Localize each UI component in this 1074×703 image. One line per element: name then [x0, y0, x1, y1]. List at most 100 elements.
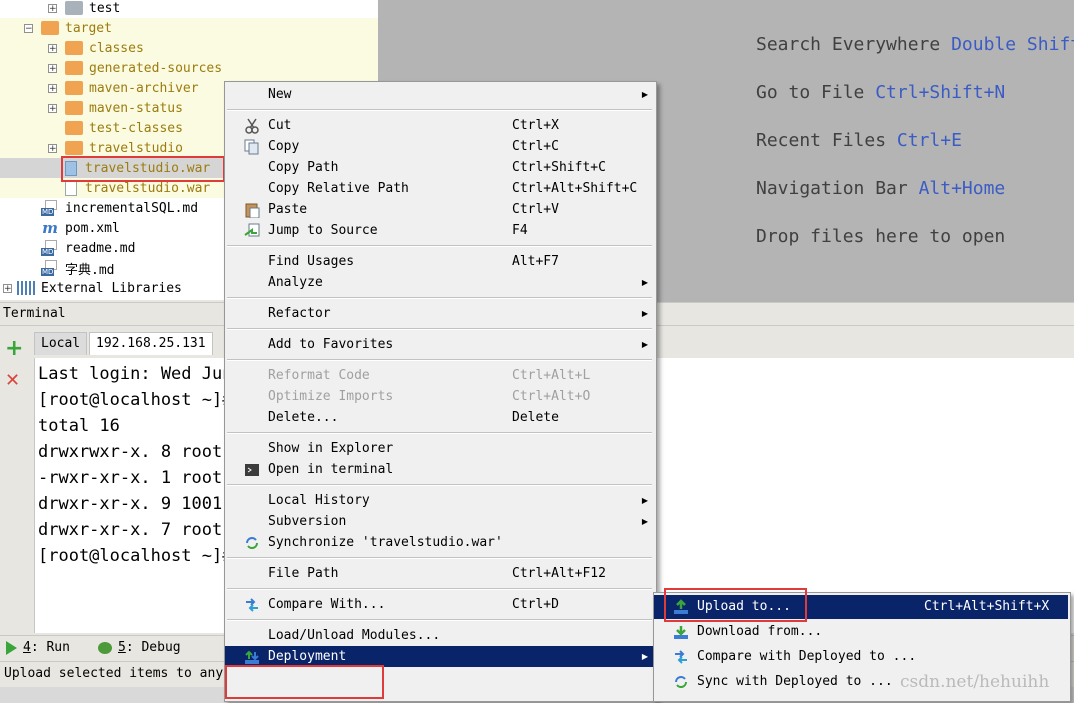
- terminal-line: [root@localhost ~]#: [38, 390, 233, 410]
- menu-item[interactable]: New ▶: [225, 84, 654, 105]
- jump-icon: [244, 223, 260, 239]
- menu-item-label: Open in terminal: [268, 462, 394, 477]
- menu-item[interactable]: Copy Path Ctrl+Shift+C: [225, 157, 654, 178]
- menu-item-label: Add to Favorites: [268, 337, 394, 352]
- tab-remote-session[interactable]: 192.168.25.131: [89, 332, 213, 355]
- run-number: 4: [23, 640, 31, 655]
- menu-separator: [227, 557, 652, 559]
- terminal-line: drwxr-xr-x. 9 1001: [38, 494, 223, 514]
- menu-item-shortcut: Ctrl+Alt+F12: [512, 566, 606, 581]
- watermark: csdn.net/hehuihh: [900, 672, 1050, 692]
- highlight-upload: [664, 588, 807, 622]
- submenu-item-shortcut: Ctrl+Alt+Shift+X: [924, 599, 1050, 614]
- terminal-line: drwxr-xr-x. 7 root: [38, 520, 223, 540]
- menu-separator: [227, 109, 652, 111]
- menu-item[interactable]: Deployment ▶: [225, 646, 654, 667]
- menu-item[interactable]: Optimize Imports Ctrl+Alt+O: [225, 386, 654, 407]
- welcome-hint-text: Drop files here to open: [756, 226, 1006, 247]
- menu-item[interactable]: Find Usages Alt+F7: [225, 251, 654, 272]
- welcome-hint: Search Everywhere Double Shift: [756, 34, 1074, 55]
- submenu-item[interactable]: Compare with Deployed to ...: [654, 645, 1068, 669]
- menu-item-shortcut: Ctrl+Shift+C: [512, 160, 606, 175]
- welcome-hint-text: Navigation Bar: [756, 178, 919, 199]
- menu-item-label: Copy Relative Path: [268, 181, 409, 196]
- welcome-hint: Navigation Bar Alt+Home: [756, 178, 1005, 199]
- menu-item[interactable]: Cut Ctrl+X: [225, 115, 654, 136]
- run-tool-button[interactable]: 4: Run: [6, 640, 70, 655]
- terminal-line: [root@localhost ~]#: [38, 546, 233, 566]
- menu-item-label: Delete...: [268, 410, 339, 425]
- menu-item-shortcut: Ctrl+D: [512, 597, 559, 612]
- menu-item[interactable]: Delete... Delete: [225, 407, 654, 428]
- menu-item-label: Optimize Imports: [268, 389, 394, 404]
- menu-item[interactable]: Open in terminal: [225, 459, 654, 480]
- welcome-hint: Go to File Ctrl+Shift+N: [756, 82, 1005, 103]
- menu-item-label: Subversion: [268, 514, 347, 529]
- menu-item[interactable]: Copy Ctrl+C: [225, 136, 654, 157]
- menu-item[interactable]: Compare With... Ctrl+D: [225, 594, 654, 615]
- menu-separator: [227, 432, 652, 434]
- menu-item-shortcut: F4: [512, 223, 528, 238]
- menu-item-shortcut: Delete: [512, 410, 559, 425]
- bug-icon: [98, 641, 112, 654]
- menu-separator: [227, 588, 652, 590]
- welcome-hint: Recent Files Ctrl+E: [756, 130, 962, 151]
- submenu-arrow-icon: ▶: [641, 90, 648, 99]
- menu-item-label: Find Usages: [268, 254, 355, 269]
- terminal-line: total 16: [38, 416, 120, 436]
- menu-item[interactable]: Copy Relative Path Ctrl+Alt+Shift+C: [225, 178, 654, 199]
- deploy-icon: [244, 649, 260, 665]
- menu-item-shortcut: Ctrl+C: [512, 139, 559, 154]
- run-label: : Run: [30, 640, 70, 655]
- menu-separator: [227, 297, 652, 299]
- menu-item[interactable]: Subversion ▶: [225, 511, 654, 532]
- menu-item[interactable]: Refactor ▶: [225, 303, 654, 324]
- highlight-war-file: [61, 156, 225, 182]
- download-icon: [673, 624, 689, 640]
- menu-item[interactable]: Add to Favorites ▶: [225, 334, 654, 355]
- menu-item[interactable]: File Path Ctrl+Alt+F12: [225, 563, 654, 584]
- menu-item[interactable]: Local History ▶: [225, 490, 654, 511]
- status-text: Upload selected items to any: [4, 666, 224, 681]
- menu-item-shortcut: Ctrl+V: [512, 202, 559, 217]
- submenu-arrow-icon: ▶: [641, 652, 648, 661]
- terminal-icon: [244, 462, 260, 478]
- menu-item[interactable]: Synchronize 'travelstudio.war': [225, 532, 654, 553]
- welcome-hint-shortcut: Ctrl+E: [896, 130, 962, 151]
- menu-item[interactable]: Show in Explorer: [225, 438, 654, 459]
- debug-tool-button[interactable]: 5: Debug: [98, 640, 181, 655]
- welcome-hint: Drop files here to open: [756, 226, 1005, 247]
- menu-item[interactable]: Reformat Code Ctrl+Alt+L: [225, 365, 654, 386]
- welcome-hint-text: Recent Files: [756, 130, 897, 151]
- menu-item[interactable]: Paste Ctrl+V: [225, 199, 654, 220]
- submenu-item-label: Sync with Deployed to ...: [697, 674, 893, 689]
- context-menu: New ▶ Cut Ctrl+X Copy Ctrl+C Copy Path Ctrl+Shi…: [224, 81, 657, 702]
- welcome-hint-shortcut: Ctrl+Shift+N: [875, 82, 1006, 103]
- highlight-deployment: [225, 665, 384, 699]
- submenu-arrow-icon: ▶: [641, 278, 648, 287]
- menu-item[interactable]: Analyze ▶: [225, 272, 654, 293]
- menu-item-label: Local History: [268, 493, 370, 508]
- menu-item-label: Cut: [268, 118, 292, 133]
- menu-item-label: Copy Path: [268, 160, 339, 175]
- menu-item-label: New: [268, 87, 292, 102]
- tab-local[interactable]: Local: [34, 332, 88, 355]
- welcome-hint-shortcut: Alt+Home: [918, 178, 1006, 199]
- menu-item[interactable]: Load/Unload Modules...: [225, 625, 654, 646]
- compare-icon: [673, 649, 689, 665]
- run-icon: [6, 640, 17, 655]
- menu-item-label: Refactor: [268, 306, 331, 321]
- menu-item-label: Load/Unload Modules...: [268, 628, 441, 643]
- submenu-item-label: Compare with Deployed to ...: [697, 649, 917, 664]
- add-session-icon[interactable]: +: [5, 336, 23, 361]
- menu-item-label: Copy: [268, 139, 300, 154]
- sync-icon: [244, 535, 260, 551]
- copy-icon: [244, 139, 260, 155]
- menu-item-label: File Path: [268, 566, 339, 581]
- terminal-line: Last login: Wed Jun: [38, 364, 233, 384]
- menu-separator: [227, 245, 652, 247]
- welcome-hint-text: Search Everywhere: [756, 34, 952, 55]
- submenu-item[interactable]: Download from...: [654, 620, 1068, 644]
- close-session-icon[interactable]: ✕: [5, 370, 20, 391]
- menu-item[interactable]: Jump to Source F4: [225, 220, 654, 241]
